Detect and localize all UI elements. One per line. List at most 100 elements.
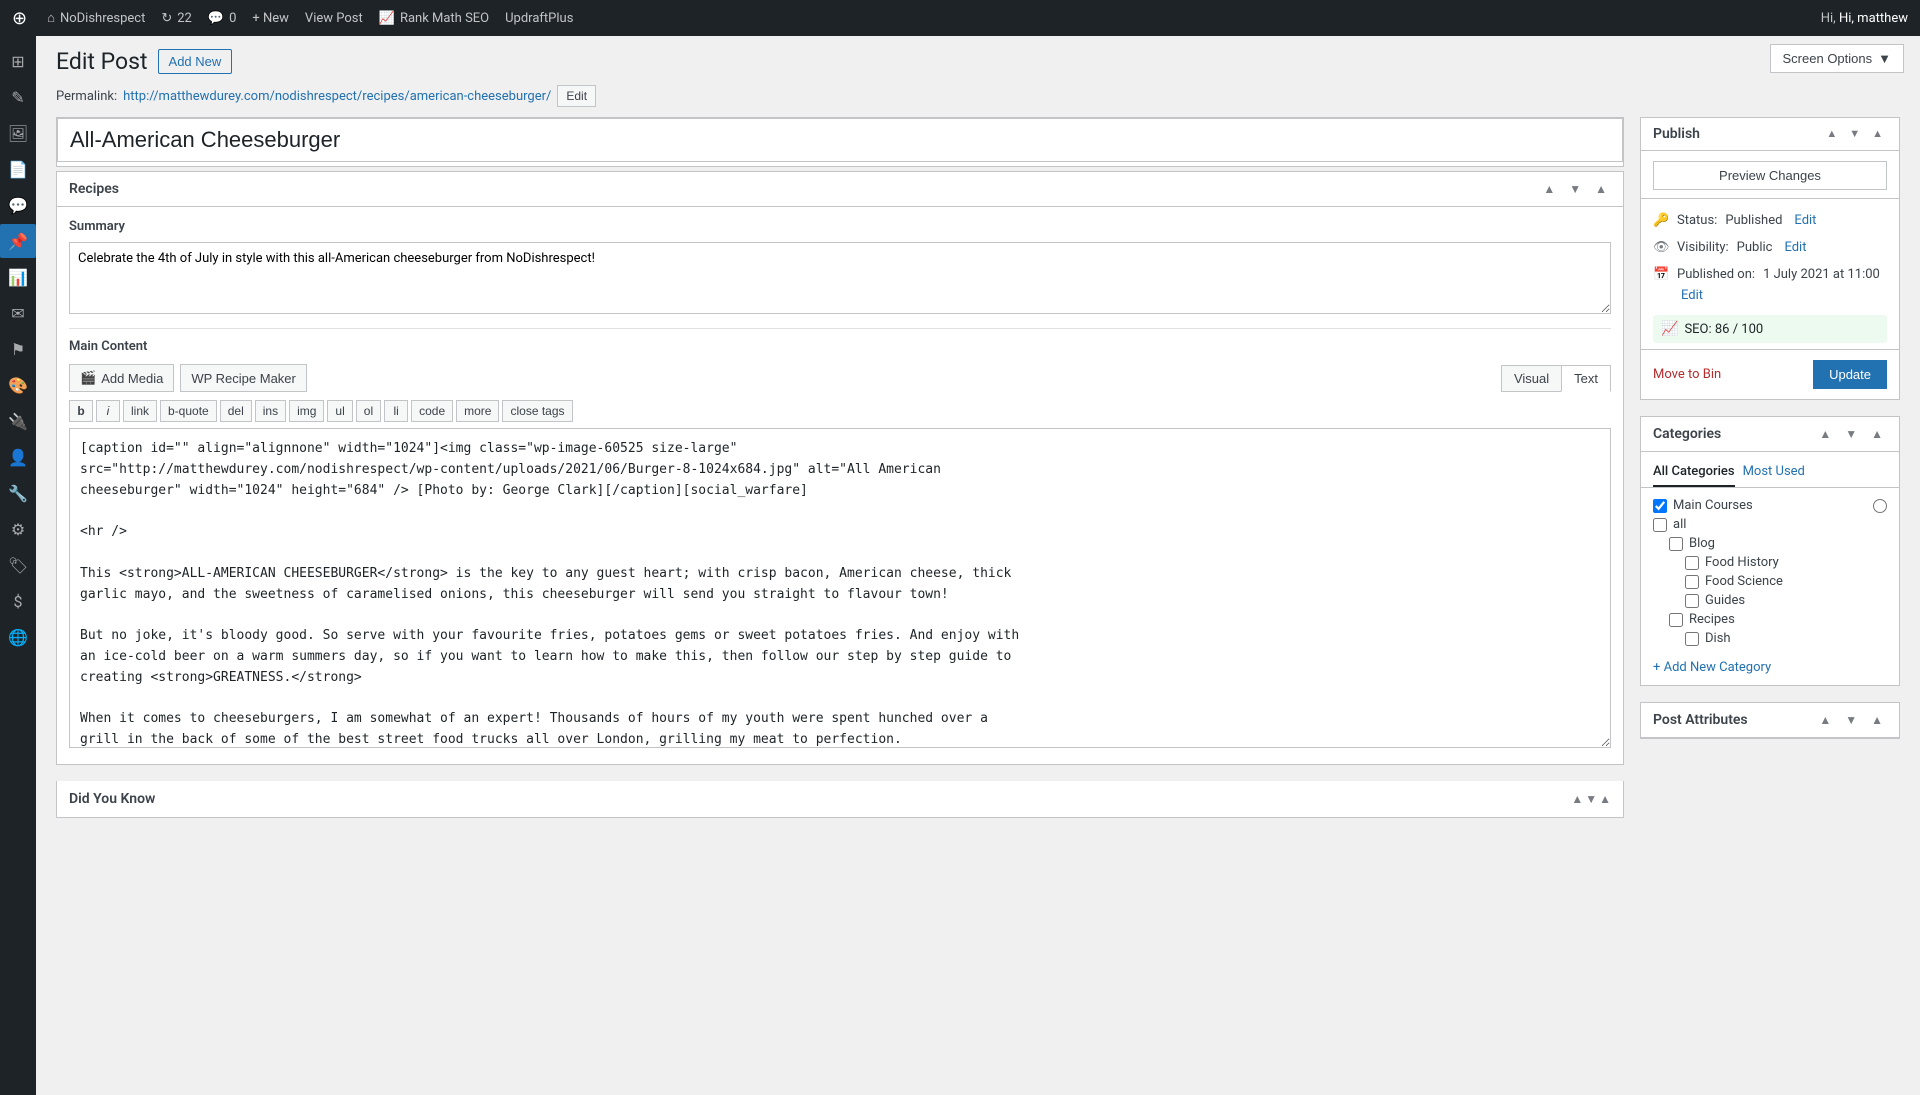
add-media-button[interactable]: 🎬 Add Media bbox=[69, 364, 174, 392]
tab-most-used[interactable]: Most Used bbox=[1743, 460, 1805, 487]
tab-all-categories[interactable]: All Categories bbox=[1653, 460, 1735, 487]
move-to-bin-link[interactable]: Move to Bin bbox=[1653, 367, 1721, 382]
format-btn-code[interactable]: code bbox=[411, 400, 453, 422]
format-btn-bold[interactable]: b bbox=[69, 400, 93, 422]
metabox-collapse-down[interactable]: ▼ bbox=[1565, 180, 1585, 198]
format-btn-close-tags[interactable]: close tags bbox=[502, 400, 572, 422]
sidebar-item-flag[interactable]: ⚑ bbox=[0, 332, 36, 366]
sidebar-item-active[interactable]: 📌 bbox=[0, 224, 36, 258]
status-edit-link[interactable]: Edit bbox=[1794, 213, 1816, 228]
category-checkbox-blog[interactable] bbox=[1669, 537, 1683, 551]
chevron-down-icon: ▼ bbox=[1878, 51, 1891, 66]
adminbar-view-post[interactable]: View Post bbox=[305, 11, 363, 26]
date-edit-link[interactable]: Edit bbox=[1681, 288, 1703, 303]
category-checkbox-food-science[interactable] bbox=[1685, 575, 1699, 589]
metabox-collapse-up[interactable]: ▲ bbox=[1539, 180, 1559, 198]
sidebar-item-media[interactable]: 🖼 bbox=[0, 116, 36, 150]
wp-recipe-maker-button[interactable]: WP Recipe Maker bbox=[180, 364, 307, 392]
page-header: Edit Post Add New bbox=[36, 36, 1920, 83]
tab-visual[interactable]: Visual bbox=[1501, 365, 1561, 392]
editor-toolbar-top: 🎬 Add Media WP Recipe Maker Visual Text bbox=[69, 364, 1611, 392]
tab-text[interactable]: Text bbox=[1561, 365, 1611, 392]
editor-textarea[interactable] bbox=[69, 428, 1611, 748]
edit-permalink-button[interactable]: Edit bbox=[557, 85, 596, 107]
sidebar-item-dollar[interactable]: $ bbox=[0, 584, 36, 618]
sidebar-item-appearance[interactable]: 🎨 bbox=[0, 368, 36, 402]
category-item-food-science: Food Science bbox=[1653, 572, 1887, 591]
category-checkbox-recipes[interactable] bbox=[1669, 613, 1683, 627]
visibility-edit-link[interactable]: Edit bbox=[1784, 240, 1806, 255]
format-btn-italic[interactable]: i bbox=[96, 400, 120, 422]
post-attributes-title: Post Attributes bbox=[1653, 712, 1748, 728]
sidebar-item-pages[interactable]: 📄 bbox=[0, 152, 36, 186]
adminbar-rank-math[interactable]: 📈 Rank Math SEO bbox=[379, 11, 489, 26]
format-btn-link[interactable]: link bbox=[123, 400, 157, 422]
category-label-main-courses: Main Courses bbox=[1673, 498, 1753, 513]
sidebar-item-settings[interactable]: ⚙ bbox=[0, 512, 36, 546]
format-btn-img[interactable]: img bbox=[289, 400, 324, 422]
categories-collapse-down[interactable]: ▼ bbox=[1841, 425, 1861, 443]
category-checkbox-guides[interactable] bbox=[1685, 594, 1699, 608]
sidebar-item-plugins[interactable]: 🔌 bbox=[0, 404, 36, 438]
post-attributes-toggle[interactable]: ▲ bbox=[1867, 711, 1887, 729]
sidebar-item-dashboard[interactable]: ⊞ bbox=[0, 44, 36, 78]
preview-changes-button[interactable]: Preview Changes bbox=[1653, 161, 1887, 190]
adminbar-updraft[interactable]: UpdraftPlus bbox=[505, 11, 573, 26]
post-attributes-header[interactable]: Post Attributes ▲ ▼ ▲ bbox=[1641, 703, 1899, 738]
screen-options-button[interactable]: Screen Options ▼ bbox=[1770, 44, 1904, 73]
category-checkbox-all[interactable] bbox=[1653, 518, 1667, 532]
post-attributes-collapse-up[interactable]: ▲ bbox=[1815, 711, 1835, 729]
category-item-dish: Dish bbox=[1653, 629, 1887, 648]
add-new-category-link[interactable]: + Add New Category bbox=[1641, 656, 1899, 685]
format-btn-ins[interactable]: ins bbox=[255, 400, 286, 422]
category-checkbox-food-history[interactable] bbox=[1685, 556, 1699, 570]
toggle-icon[interactable]: ▲ bbox=[1599, 792, 1611, 806]
sidebar-item-mail[interactable]: ✉ bbox=[0, 296, 36, 330]
collapse-down-icon[interactable]: ▼ bbox=[1585, 792, 1597, 806]
permalink-url[interactable]: http://matthewdurey.com/nodishrespect/re… bbox=[123, 89, 551, 104]
status-label: Status: bbox=[1677, 213, 1717, 228]
sidebar-item-tag[interactable]: 🏷 bbox=[0, 548, 36, 582]
post-attributes-collapse-down[interactable]: ▼ bbox=[1841, 711, 1861, 729]
format-btn-ol[interactable]: ol bbox=[356, 400, 381, 422]
summary-textarea[interactable] bbox=[69, 242, 1611, 314]
sidebar-item-comments[interactable]: 💬 bbox=[0, 188, 36, 222]
update-button[interactable]: Update bbox=[1813, 360, 1887, 389]
did-you-know-section[interactable]: Did You Know ▲ ▼ ▲ bbox=[56, 781, 1624, 818]
category-checkbox-main-courses[interactable] bbox=[1653, 499, 1667, 513]
categories-toggle[interactable]: ▲ bbox=[1867, 425, 1887, 443]
wp-logo-icon[interactable]: ⊕ bbox=[12, 8, 27, 29]
adminbar-greeting: Hi, Hi, matthew bbox=[1821, 11, 1908, 26]
category-checkbox-dish[interactable] bbox=[1685, 632, 1699, 646]
publish-collapse-down[interactable]: ▼ bbox=[1845, 126, 1864, 142]
category-radio-main-courses[interactable] bbox=[1873, 499, 1887, 513]
sidebar-item-analytics[interactable]: 📊 bbox=[0, 260, 36, 294]
sidebar-item-tools[interactable]: 🔧 bbox=[0, 476, 36, 510]
metabox-toggle[interactable]: ▲ bbox=[1591, 180, 1611, 198]
format-btn-ul[interactable]: ul bbox=[327, 400, 352, 422]
editor-format-bar: b i link b-quote del ins img ul ol li co… bbox=[69, 400, 1611, 422]
format-btn-more[interactable]: more bbox=[456, 400, 499, 422]
recipes-metabox-header[interactable]: Recipes ▲ ▼ ▲ bbox=[57, 172, 1623, 207]
format-btn-bquote[interactable]: b-quote bbox=[160, 400, 217, 422]
seo-row: 📈 SEO: 86 / 100 bbox=[1653, 315, 1887, 343]
format-btn-li[interactable]: li bbox=[384, 400, 408, 422]
collapse-up-icon[interactable]: ▲ bbox=[1571, 792, 1583, 806]
adminbar-comments[interactable]: 💬 0 bbox=[208, 11, 237, 26]
categories-collapse-up[interactable]: ▲ bbox=[1815, 425, 1835, 443]
sidebar-item-globe[interactable]: 🌐 bbox=[0, 620, 36, 654]
sidebar-item-posts[interactable]: ✎ bbox=[0, 80, 36, 114]
format-btn-del[interactable]: del bbox=[220, 400, 252, 422]
adminbar-site-name[interactable]: ⌂ NoDishrespect bbox=[47, 10, 145, 26]
adminbar-new[interactable]: + New bbox=[252, 11, 289, 26]
publish-collapse-up[interactable]: ▲ bbox=[1822, 126, 1841, 142]
add-new-button[interactable]: Add New bbox=[158, 49, 233, 74]
rank-math-icon: 📈 bbox=[379, 11, 395, 26]
category-label-dish: Dish bbox=[1705, 631, 1731, 646]
did-you-know-controls: ▲ ▼ ▲ bbox=[1571, 792, 1611, 806]
adminbar-updates[interactable]: ↻ 22 bbox=[161, 11, 192, 26]
publish-toggle[interactable]: ▲ bbox=[1868, 126, 1887, 142]
sidebar-item-users[interactable]: 👤 bbox=[0, 440, 36, 474]
main-content-label: Main Content bbox=[69, 339, 1611, 354]
post-title-input[interactable] bbox=[57, 118, 1623, 162]
